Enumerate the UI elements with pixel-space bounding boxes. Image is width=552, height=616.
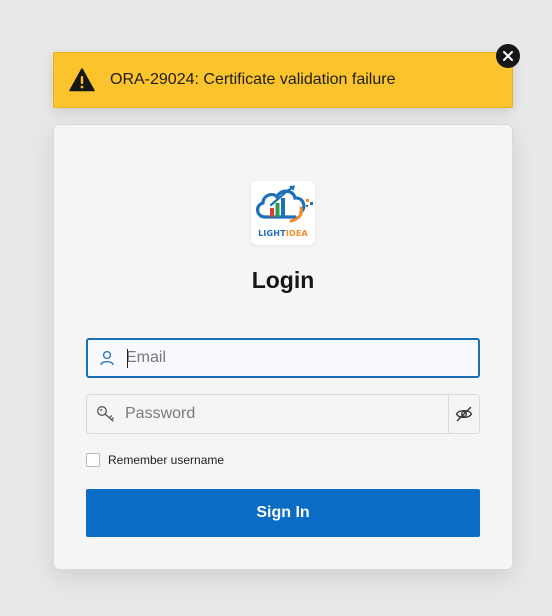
sign-in-button[interactable]: Sign In bbox=[86, 489, 480, 537]
remember-username[interactable]: Remember username bbox=[86, 453, 224, 467]
remember-username-label: Remember username bbox=[108, 453, 225, 467]
password-input[interactable] bbox=[125, 395, 448, 433]
user-icon bbox=[88, 340, 126, 376]
toggle-password-visibility-button[interactable] bbox=[448, 395, 479, 433]
warning-icon bbox=[68, 66, 96, 94]
email-field[interactable] bbox=[86, 338, 480, 378]
login-card: LIGHTIDEA Login Email Remember username … bbox=[53, 124, 513, 570]
logo-graphic bbox=[256, 185, 313, 223]
email-input[interactable] bbox=[126, 340, 478, 376]
eye-slash-icon bbox=[455, 406, 473, 422]
page-title: Login bbox=[251, 267, 315, 293]
app-logo: LIGHTIDEA bbox=[251, 181, 315, 245]
error-alert: ORA-29024: Certificate validation failur… bbox=[53, 44, 520, 108]
password-field[interactable] bbox=[86, 394, 480, 434]
logo-wordmark: LIGHTIDEA bbox=[258, 229, 308, 238]
text-caret bbox=[127, 349, 128, 368]
close-icon bbox=[503, 51, 513, 61]
alert-message: ORA-29024: Certificate validation failur… bbox=[110, 71, 396, 88]
key-icon bbox=[87, 395, 125, 433]
remember-username-checkbox[interactable] bbox=[86, 453, 100, 467]
close-alert-button[interactable] bbox=[496, 44, 520, 68]
